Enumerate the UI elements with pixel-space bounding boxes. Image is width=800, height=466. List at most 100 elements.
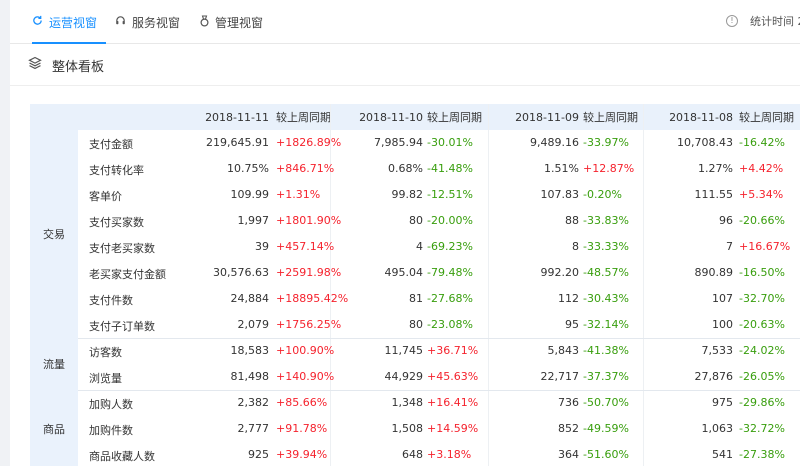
layers-icon (28, 56, 44, 74)
table-row: 访客数 18,583 +100.90% 11,745 +36.71% 5,843 -41.3… (78, 338, 800, 364)
metric-change: -51.60% (583, 448, 629, 461)
metric-value: 7,533 (701, 344, 734, 357)
metric-value: 100 (712, 318, 733, 331)
metric-change: +1801.90% (276, 214, 342, 227)
category-label: 流量 (30, 338, 78, 390)
metric-change: -29.86% (739, 396, 785, 409)
column-date: 2018-11-08 (669, 111, 733, 124)
table-row: 老买家支付金额 30,576.63 +2591.98% 495.04 -79.48% 99… (78, 260, 800, 286)
metric-change: -32.72% (739, 422, 785, 435)
tab-service[interactable]: 服务视窗 (115, 0, 180, 44)
metric-change: -50.70% (583, 396, 629, 409)
metric-value: 975 (712, 396, 733, 409)
tab-operations-label: 运营视窗 (49, 15, 98, 30)
metric-value: 0.68% (388, 162, 423, 175)
metric-change: -20.00% (427, 214, 473, 227)
top-nav: 运营视窗 服务视窗 管理视窗 ! 统计时间 20 (10, 0, 800, 44)
metric-change: -48.57% (583, 266, 629, 279)
panel-title-label: 整体看板 (52, 59, 105, 75)
stat-time: 统计时间 20 (750, 15, 800, 28)
refresh-icon (32, 15, 43, 29)
tab-management[interactable]: 管理视窗 (200, 0, 263, 44)
table-row: 支付件数 24,884 +18895.42% 81 -27.68% 112 -30.43% 1… (78, 286, 800, 312)
metric-change: -16.50% (739, 266, 785, 279)
metric-change: +18895.42% (276, 292, 349, 305)
tab-operations[interactable]: 运营视窗 (32, 0, 106, 44)
column-date: 2018-11-10 (359, 111, 423, 124)
table-row: 支付买家数 1,997 +1801.90% 80 -20.00% 88 -33.83% 96-… (78, 208, 800, 234)
metric-change: +3.18% (427, 448, 472, 461)
metric-value: 9,489.16 (530, 136, 579, 149)
metric-change: +1826.89% (276, 136, 342, 149)
metric-value: 88 (565, 214, 579, 227)
metric-change: +846.71% (276, 162, 335, 175)
metric-change: -30.43% (583, 292, 629, 305)
metric-name: 支付金额 (89, 138, 133, 151)
metric-value: 80 (409, 214, 423, 227)
metric-value: 648 (402, 448, 423, 461)
metric-name: 支付老买家数 (89, 242, 155, 255)
tab-management-label: 管理视窗 (215, 15, 264, 30)
metric-value: 1.27% (698, 162, 733, 175)
metric-change: -41.48% (427, 162, 473, 175)
metric-value: 95 (565, 318, 579, 331)
metric-value: 541 (712, 448, 733, 461)
metric-change: +14.59% (427, 422, 479, 435)
metric-value: 1,348 (391, 396, 424, 409)
divider (10, 85, 800, 86)
metric-change: -20.66% (739, 214, 785, 227)
info-icon[interactable]: ! (726, 15, 738, 27)
metric-value: 27,876 (694, 370, 734, 383)
metric-value: 22,717 (540, 370, 580, 383)
metric-change: -32.14% (583, 318, 629, 331)
metric-change: +2591.98% (276, 266, 342, 279)
metric-value: 992.20 (540, 266, 580, 279)
metric-value: 7 (726, 240, 733, 253)
metric-change: +140.90% (276, 370, 335, 383)
metric-change: +36.71% (427, 344, 479, 357)
metric-value: 81,498 (230, 370, 270, 383)
metric-value: 107 (712, 292, 733, 305)
metric-change: -26.05% (739, 370, 785, 383)
metric-value: 30,576.63 (213, 266, 269, 279)
metric-value: 112 (558, 292, 579, 305)
metric-change: +91.78% (276, 422, 328, 435)
metric-value: 364 (558, 448, 579, 461)
metric-change: +12.87% (583, 162, 635, 175)
table-row: 客单价 109.99 +1.31% 99.82 -12.51% 107.83 -0.20% 1… (78, 182, 800, 208)
metric-value: 1,997 (237, 214, 270, 227)
metric-change: +16.41% (427, 396, 479, 409)
metric-change: -20.63% (739, 318, 785, 331)
column-compare-label: 较上周同期 (427, 111, 482, 124)
metric-value: 1,063 (701, 422, 734, 435)
metric-change: +45.63% (427, 370, 479, 383)
metric-name: 支付转化率 (89, 164, 144, 177)
metric-name: 支付件数 (89, 294, 133, 307)
metric-value: 44,929 (384, 370, 424, 383)
metric-value: 4 (416, 240, 423, 253)
metric-name: 老买家支付金额 (89, 268, 166, 281)
metric-change: -69.23% (427, 240, 473, 253)
metric-value: 852 (558, 422, 579, 435)
metrics-table: 2018-11-11 较上周同期 2018-11-10 较上周同期 2018-11-09… (30, 104, 800, 466)
metric-change: +4.42% (739, 162, 784, 175)
metric-change: +39.94% (276, 448, 328, 461)
metric-change: -12.51% (427, 188, 473, 201)
metric-change: -27.68% (427, 292, 473, 305)
table-row: 支付金额 219,645.91 +1826.89% 7,985.94 -30.01% 9,… (78, 130, 800, 156)
metric-name: 访客数 (89, 346, 122, 359)
column-compare-label: 较上周同期 (739, 111, 794, 124)
metric-change: -37.37% (583, 370, 629, 383)
metric-value: 99.82 (391, 188, 424, 201)
metric-value: 925 (248, 448, 269, 461)
metric-name: 加购人数 (89, 398, 133, 411)
metric-value: 24,884 (230, 292, 270, 305)
metric-change: +5.34% (739, 188, 784, 201)
metric-value: 890.89 (694, 266, 734, 279)
metric-value: 10.75% (227, 162, 269, 175)
headset-icon (115, 15, 126, 29)
metric-value: 10,708.43 (677, 136, 733, 149)
column-compare-label: 较上周同期 (276, 111, 331, 124)
metric-change: -79.48% (427, 266, 473, 279)
metric-value: 2,777 (237, 422, 270, 435)
